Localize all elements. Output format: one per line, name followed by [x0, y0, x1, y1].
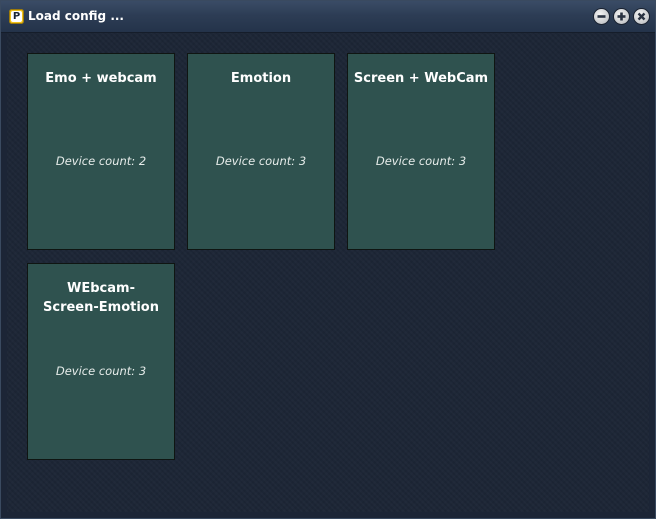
config-grid: Emo + webcam Device count: 2 Emotion Dev…: [7, 33, 649, 512]
app-logo-letter: P: [11, 11, 22, 22]
config-name: WEbcam-Screen-Emotion: [43, 281, 159, 315]
maximize-button[interactable]: [614, 9, 629, 24]
window-title: Load config ...: [28, 9, 124, 23]
close-icon: [637, 12, 646, 21]
config-card-emotion[interactable]: Emotion Device count: 3: [187, 53, 335, 250]
close-button[interactable]: [634, 9, 649, 24]
config-name: Emo + webcam: [45, 71, 157, 86]
device-count: Device count: 3: [215, 154, 307, 168]
config-card-emo-webcam[interactable]: Emo + webcam Device count: 2: [27, 53, 175, 250]
maximize-icon: [617, 12, 626, 21]
config-card-webcam-screen-emotion[interactable]: WEbcam-Screen-Emotion Device count: 3: [27, 263, 175, 460]
config-card-screen-webcam[interactable]: Screen + WebCam Device count: 3: [347, 53, 495, 250]
app-logo-icon: P: [9, 9, 24, 24]
device-count: Device count: 2: [55, 154, 147, 168]
device-count: Device count: 3: [55, 364, 147, 378]
load-config-window: P Load config ... Emo + webcam Device co…: [0, 0, 656, 519]
minimize-icon: [597, 15, 606, 18]
title-bar[interactable]: P Load config ...: [1, 1, 655, 33]
config-name: Screen + WebCam: [353, 71, 489, 86]
minimize-button[interactable]: [594, 9, 609, 24]
config-name: Emotion: [230, 71, 292, 86]
device-count: Device count: 3: [375, 154, 467, 168]
